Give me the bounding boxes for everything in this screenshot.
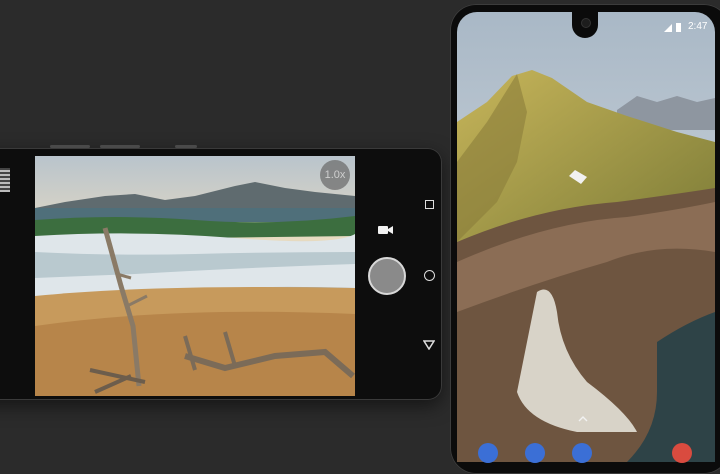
mountain-wallpaper [457,12,715,462]
wifi-icon [664,24,672,32]
power-button [175,145,197,148]
volume-button [50,145,90,148]
chevron-up-icon[interactable] [578,416,588,422]
dock-app-icon[interactable] [572,443,592,463]
volume-button [100,145,140,148]
dock-app-icon[interactable] [525,443,545,463]
dock-app-icon[interactable] [672,443,692,463]
status-icons [664,23,681,32]
zoom-level-chip[interactable]: 1.0x [320,160,350,190]
status-time: 2:47 [688,21,708,32]
home-screen-wallpaper[interactable] [457,12,715,462]
recents-square-icon[interactable] [425,200,434,209]
front-camera [581,18,591,28]
shutter-button[interactable] [368,257,406,295]
home-circle-icon[interactable] [424,270,435,281]
video-camera-icon[interactable] [378,224,394,236]
dock-app-icon[interactable] [478,443,498,463]
camera-viewfinder[interactable] [35,156,355,396]
back-triangle-icon[interactable] [423,340,435,350]
battery-icon [676,23,681,32]
beach-scene [35,182,355,396]
last-photo-thumbnail[interactable] [0,168,10,192]
